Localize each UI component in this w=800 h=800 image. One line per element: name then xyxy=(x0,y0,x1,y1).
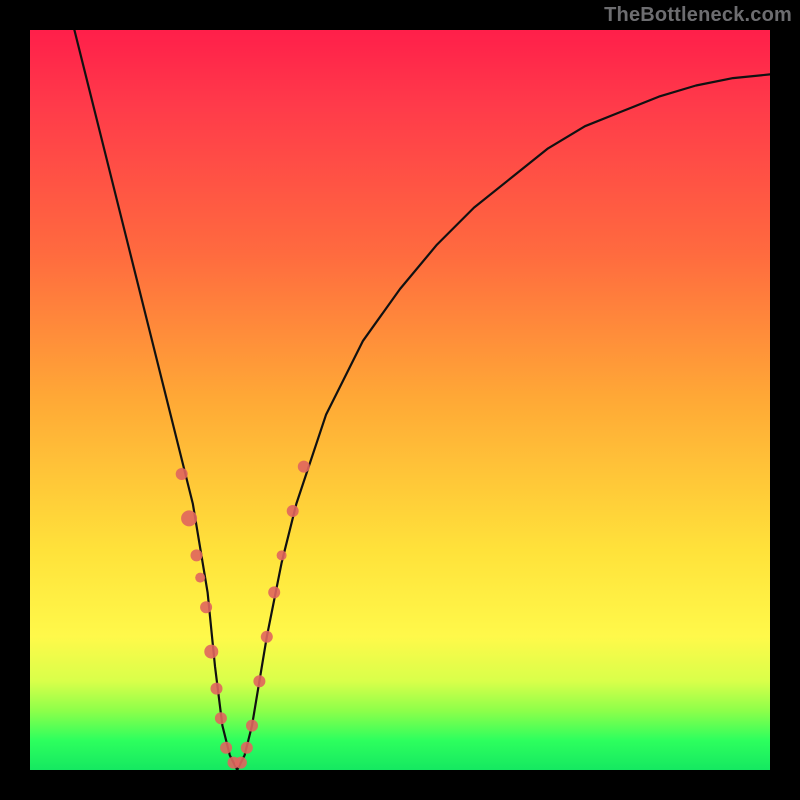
chart-svg xyxy=(30,30,770,770)
chart-marker xyxy=(211,683,223,695)
chart-marker xyxy=(235,757,247,769)
chart-markers xyxy=(176,461,310,769)
chart-marker xyxy=(298,461,310,473)
chart-plot-area xyxy=(30,30,770,770)
chart-marker xyxy=(200,601,212,613)
chart-marker xyxy=(191,549,203,561)
chart-marker xyxy=(246,720,258,732)
chart-marker xyxy=(176,468,188,480)
chart-marker xyxy=(195,573,205,583)
chart-marker xyxy=(220,742,232,754)
chart-marker xyxy=(268,586,280,598)
chart-marker xyxy=(215,712,227,724)
chart-marker xyxy=(261,631,273,643)
chart-marker xyxy=(241,742,253,754)
chart-marker xyxy=(287,505,299,517)
chart-marker xyxy=(204,645,218,659)
chart-marker xyxy=(181,510,197,526)
chart-marker xyxy=(253,675,265,687)
chart-curve xyxy=(74,30,770,770)
chart-marker xyxy=(277,550,287,560)
watermark-text: TheBottleneck.com xyxy=(604,4,792,27)
chart-frame: TheBottleneck.com xyxy=(0,0,800,800)
